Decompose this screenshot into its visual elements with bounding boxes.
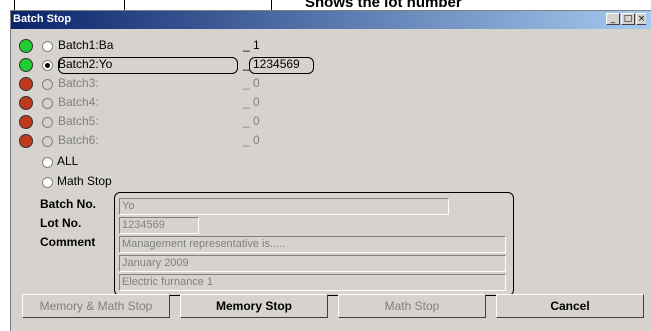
status-light-icon	[19, 58, 33, 72]
status-light-icon	[19, 134, 33, 148]
status-light-icon	[19, 39, 33, 53]
batch-lot-number: _ 0	[243, 76, 260, 90]
memory-stop-button[interactable]: Memory Stop	[180, 294, 328, 318]
math-stop-button[interactable]: Math Stop	[338, 294, 486, 318]
batch-label: Batch3:	[58, 76, 99, 90]
math-stop-radio[interactable]	[42, 177, 53, 188]
batch-no-label: Batch No.	[40, 197, 97, 211]
minimize-icon[interactable]: _	[606, 13, 620, 25]
all-radio[interactable]	[42, 157, 53, 168]
batch-lot-number: _ 0	[243, 114, 260, 128]
maximize-icon[interactable]: □	[621, 13, 635, 25]
batch-radio[interactable]	[42, 117, 53, 128]
status-light-icon	[19, 96, 33, 110]
batch-label: Batch6:	[58, 133, 99, 147]
window-title: Batch Stop	[13, 13, 72, 25]
comment-label: Comment	[40, 235, 96, 249]
fields-callout-box	[114, 192, 514, 296]
batch-label: Batch5:	[58, 114, 99, 128]
batch-radio[interactable]	[42, 98, 53, 109]
batch-label: Batch1:Ba	[58, 38, 114, 52]
batch-lot-number: _ 0	[243, 133, 260, 147]
all-label: ALL	[57, 154, 79, 168]
label-callout-box	[58, 57, 238, 74]
close-icon[interactable]: ×	[636, 13, 646, 25]
lot-no-label: Lot No.	[40, 216, 82, 230]
batch-lot-number: _ 1	[243, 38, 260, 52]
memory-math-stop-button[interactable]: Memory & Math Stop	[22, 294, 170, 318]
batch-radio[interactable]	[42, 79, 53, 90]
lot-callout-box	[249, 57, 314, 74]
title-bar: Batch Stop _ □ ×	[11, 11, 651, 29]
batch-radio[interactable]	[42, 136, 53, 147]
batch-radio[interactable]	[42, 41, 53, 52]
batch-label: Batch4:	[58, 95, 99, 109]
batch-radio[interactable]	[42, 60, 53, 71]
batch-lot-number: _ 0	[243, 95, 260, 109]
cancel-button[interactable]: Cancel	[496, 294, 644, 318]
status-light-icon	[19, 115, 33, 129]
status-light-icon	[19, 77, 33, 91]
math-stop-label: Math Stop	[57, 174, 112, 188]
